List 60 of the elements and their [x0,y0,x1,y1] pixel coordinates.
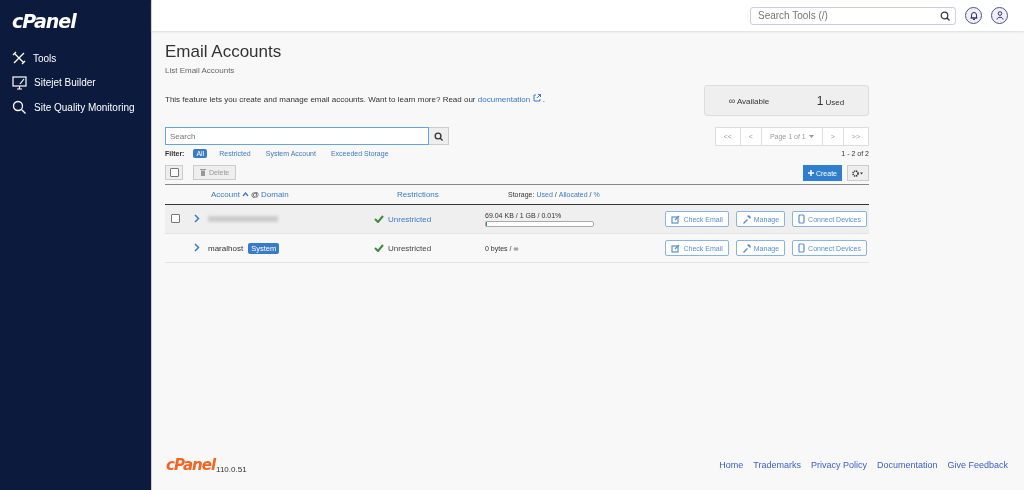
check-icon [374,215,384,223]
select-all-button[interactable] [165,165,183,180]
domain-sort-link[interactable]: Domain [261,190,289,199]
search-field[interactable]: Search [165,127,429,145]
used-count: 1 [816,93,824,108]
phone-icon [798,243,806,253]
plus-icon [808,170,814,176]
footer-link[interactable]: Give Feedback [947,460,1008,470]
version-text: 110.0.51 [216,465,247,474]
edit-icon [671,243,681,253]
available-label: Available [736,96,770,106]
cpanel-logo[interactable]: cPanel [166,456,216,474]
footer-link[interactable]: Trademarks [753,460,801,470]
documentation-link[interactable]: documentation [477,95,531,104]
external-link-icon [532,94,541,102]
restriction-link[interactable]: Unrestricted [388,243,432,253]
page-title: Email Accounts [165,42,283,62]
phone-icon [798,214,806,224]
tools-icon [12,51,26,66]
account-name: maralhost [208,243,244,253]
tool-search-field[interactable]: Search Tools (/) [750,6,956,25]
settings-button[interactable] [847,165,869,181]
check-icon [374,244,384,252]
wrench-icon [741,243,751,253]
sort-up-icon [241,192,249,197]
cpanel-logo[interactable]: cPanel [12,10,76,32]
wrench-icon [741,214,751,224]
notifications-button[interactable] [965,7,982,24]
account-sort-link[interactable]: Account [211,190,240,199]
checkbox[interactable] [171,213,180,223]
tool-search-input[interactable]: Search Tools (/) [756,9,940,22]
sidebar-item[interactable]: Tools [33,52,57,64]
footer-link[interactable]: Privacy Policy [810,460,867,470]
restriction-link[interactable]: Unrestricted [388,214,432,224]
page-subtitle: List Email Accounts [165,66,236,75]
bell-icon [969,11,978,20]
footer-link[interactable]: Documentation [876,460,938,470]
trash-icon [200,169,206,176]
edit-icon [671,214,681,224]
user-button[interactable] [991,7,1008,24]
restrictions-sort-link[interactable]: Restrictions [397,190,439,199]
sidebar-item[interactable]: Sitejet Builder [34,77,96,89]
sidebar-item[interactable]: Site Quality Monitoring [34,101,135,113]
user-icon [995,11,1004,20]
expand-chevron-icon[interactable] [194,213,200,223]
monitor-icon [12,75,27,90]
gear-icon [852,169,864,177]
period: . [542,95,545,104]
select-all-checkbox[interactable] [169,168,179,177]
expand-chevron-icon[interactable] [194,242,200,252]
caret-icon [808,135,814,138]
used-label: Used [825,97,845,107]
at-sign: @ [250,190,260,199]
footer-link[interactable]: Home [719,460,744,470]
magnifier-icon [12,99,27,115]
search-icon[interactable] [940,10,950,21]
search-button[interactable] [429,127,449,145]
infinity-sign: ∞ [728,95,736,106]
intro-text: This feature lets you create and manage email accounts. Want to learn more? Read our [165,95,476,104]
search-icon [434,131,443,141]
